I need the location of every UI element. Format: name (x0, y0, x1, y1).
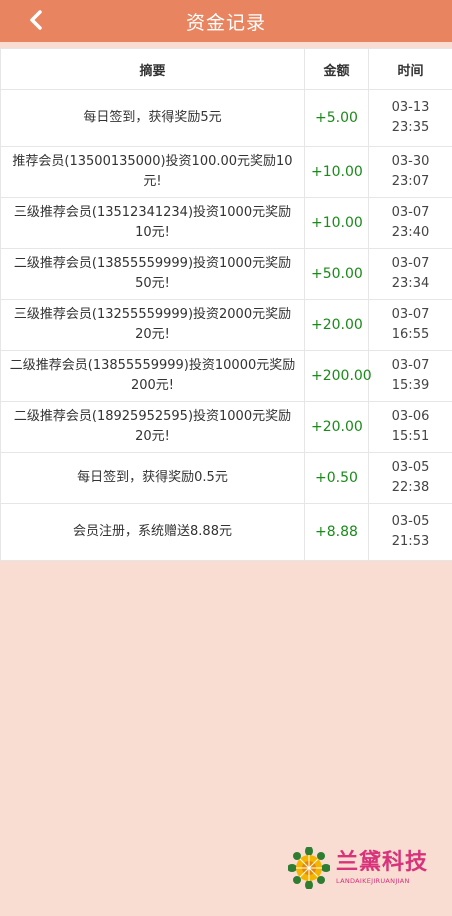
record-clock: 16:55 (391, 327, 430, 342)
table-row: 三级推荐会员(13512341234)投资1000元奖励10元! +10.00 … (0, 197, 452, 249)
table-row: 推荐会员(13500135000)投资100.00元奖励10元! +10.00 … (0, 146, 452, 198)
record-clock: 23:40 (391, 225, 430, 240)
record-date: 03-06 (391, 409, 430, 424)
sunflower-logo-icon (288, 847, 330, 889)
record-clock: 23:07 (391, 174, 430, 189)
record-amount: +20.00 (304, 401, 369, 453)
record-time: 03-07 15:39 (368, 350, 452, 402)
record-time: 03-07 23:40 (368, 197, 452, 249)
record-summary: 二级推荐会员(13855559999)投资10000元奖励200元! (0, 350, 305, 402)
chevron-left-icon (30, 10, 42, 30)
record-date: 03-07 (391, 256, 430, 271)
record-amount: +10.00 (304, 197, 369, 249)
record-date: 03-30 (391, 154, 430, 169)
record-amount: +0.50 (304, 452, 369, 504)
column-header-amount: 金额 (304, 48, 369, 90)
record-clock: 15:39 (391, 378, 430, 393)
table-row: 三级推荐会员(13255559999)投资2000元奖励20元! +20.00 … (0, 299, 452, 351)
record-time: 03-06 15:51 (368, 401, 452, 453)
record-amount: +10.00 (304, 146, 369, 198)
record-summary: 每日签到，获得奖励5元 (0, 89, 305, 147)
record-summary: 二级推荐会员(13855559999)投资1000元奖励50元! (0, 248, 305, 300)
record-amount: +8.88 (304, 503, 369, 561)
back-button[interactable] (24, 6, 48, 34)
record-clock: 23:34 (391, 276, 430, 291)
logo-english-name: LANDAIKEJIRUANJIAN (336, 877, 410, 885)
record-time: 03-13 23:35 (368, 89, 452, 147)
record-amount: +50.00 (304, 248, 369, 300)
table-row: 会员注册，系统赠送8.88元 +8.88 03-05 21:53 (0, 503, 452, 561)
record-time: 03-07 16:55 (368, 299, 452, 351)
table-row: 每日签到，获得奖励5元 +5.00 03-13 23:35 (0, 89, 452, 147)
table-header: 摘要 金额 时间 (0, 48, 452, 90)
record-summary: 三级推荐会员(13255559999)投资2000元奖励20元! (0, 299, 305, 351)
record-date: 03-05 (391, 460, 430, 475)
record-summary: 三级推荐会员(13512341234)投资1000元奖励10元! (0, 197, 305, 249)
column-header-time: 时间 (368, 48, 452, 90)
record-clock: 15:51 (391, 429, 430, 444)
record-date: 03-05 (391, 514, 430, 529)
table-row: 二级推荐会员(18925952595)投资1000元奖励20元! +20.00 … (0, 401, 452, 453)
record-time: 03-07 23:34 (368, 248, 452, 300)
column-header-summary: 摘要 (0, 48, 305, 90)
record-date: 03-07 (391, 358, 430, 373)
record-date: 03-07 (391, 205, 430, 220)
record-summary: 二级推荐会员(18925952595)投资1000元奖励20元! (0, 401, 305, 453)
record-time: 03-30 23:07 (368, 146, 452, 198)
brand-logo: 兰黛科技 LANDAIKEJIRUANJIAN (288, 846, 438, 890)
record-summary: 推荐会员(13500135000)投资100.00元奖励10元! (0, 146, 305, 198)
record-amount: +200.00 (304, 350, 372, 402)
table-row: 每日签到，获得奖励0.5元 +0.50 03-05 22:38 (0, 452, 452, 504)
record-clock: 22:38 (391, 480, 430, 495)
record-time: 03-05 21:53 (368, 503, 452, 561)
record-clock: 23:35 (391, 120, 430, 135)
record-time: 03-05 22:38 (368, 452, 452, 504)
fund-records-table: 摘要 金额 时间 每日签到，获得奖励5元 +5.00 03-13 23:35 推荐… (0, 48, 452, 561)
record-date: 03-13 (391, 100, 430, 115)
record-amount: +20.00 (304, 299, 369, 351)
record-summary: 会员注册，系统赠送8.88元 (0, 503, 305, 561)
table-row: 二级推荐会员(13855559999)投资1000元奖励50元! +50.00 … (0, 248, 452, 300)
record-clock: 21:53 (391, 534, 430, 549)
top-bar: 资金记录 (0, 0, 452, 42)
record-summary: 每日签到，获得奖励0.5元 (0, 452, 305, 504)
logo-text: 兰黛科技 LANDAIKEJIRUANJIAN (336, 850, 429, 886)
record-amount: +5.00 (304, 89, 369, 147)
record-date: 03-07 (391, 307, 430, 322)
logo-chinese-name: 兰黛科技 (336, 850, 429, 875)
page-title: 资金记录 (185, 11, 266, 34)
table-row: 二级推荐会员(13855559999)投资10000元奖励200元! +200.… (0, 350, 452, 402)
